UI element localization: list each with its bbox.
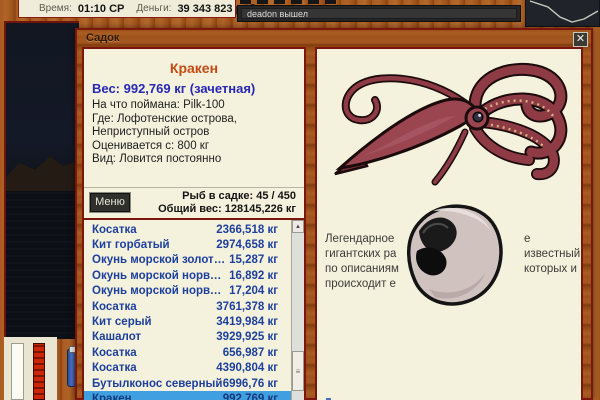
- fish-list-row[interactable]: Кракен 992,769 кг: [84, 391, 291, 400]
- keepnet-window: Садок ✕ Кракен Вес: 992,769 кг (зачетная…: [75, 28, 593, 400]
- kraken-beak-image: [389, 193, 511, 317]
- description-line: гигантских ра: [325, 247, 399, 262]
- chat-toolbar-button[interactable]: [325, 0, 336, 4]
- game-screen: Время: 01:10 СР Деньги: 39 343 823 руб. …: [0, 0, 600, 400]
- cage-count: Рыб в садке: 45 / 450: [130, 190, 296, 203]
- fish-list-row[interactable]: Кашалот 3929,925 кг: [84, 330, 291, 345]
- kraken-illustration: [325, 54, 575, 192]
- fish-row-weight: 656,987 кг: [223, 347, 278, 359]
- fish-row-weight: 3419,984 кг: [216, 316, 278, 328]
- description-line: по описаниям: [325, 262, 399, 277]
- time-label: Время:: [39, 3, 72, 14]
- fish-list-row[interactable]: Бутылконос северный6996,76 кг: [84, 376, 291, 391]
- water: [6, 191, 79, 339]
- description-line: известный: [524, 247, 580, 262]
- fish-row-weight: 2366,518 кг: [216, 224, 278, 236]
- fish-row-weight: 3761,378 кг: [216, 301, 278, 313]
- status-bar: Время: 01:10 СР Деньги: 39 343 823 руб.: [18, 0, 236, 18]
- fish-rated-line: Оценивается с: 800 кг: [92, 140, 296, 154]
- fish-list-row[interactable]: Кит горбатый 2974,658 кг: [84, 237, 291, 252]
- scroll-up-icon[interactable]: ▲: [292, 220, 304, 233]
- fish-row-name: Косатка: [92, 224, 137, 236]
- list-scrollbar[interactable]: ▲ ≡: [291, 220, 304, 400]
- description-line: происходит е: [325, 277, 399, 292]
- tension-gauge: [33, 343, 45, 400]
- depth-gauge: [11, 343, 24, 400]
- chat-toolbar-button[interactable]: [291, 0, 302, 4]
- fish-row-weight: 6996,76 кг: [223, 378, 278, 390]
- description-line: Легендарное: [325, 232, 399, 247]
- time-value: 01:10 СР: [78, 3, 124, 15]
- menu-button[interactable]: Меню: [90, 193, 130, 212]
- fish-row-weight: 4390,804 кг: [216, 362, 278, 374]
- fish-list-row[interactable]: Косатка 2366,518 кг: [84, 222, 291, 237]
- fish-list-row[interactable]: Косатка 656,987 кг: [84, 345, 291, 360]
- chat-toolbar: [240, 0, 336, 4]
- fish-row-weight: 16,892 кг: [229, 270, 278, 282]
- description-text-right: еизвестныйкоторых и: [524, 232, 580, 277]
- chat-toolbar-button[interactable]: [308, 0, 319, 4]
- fish-list-row[interactable]: Кит серый 3419,984 кг: [84, 314, 291, 329]
- panel-divider: [306, 47, 315, 400]
- money-label: Деньги:: [136, 3, 171, 14]
- fish-bait-line: На что поймана: Pilk-100: [92, 99, 296, 113]
- description-line: которых и: [524, 262, 580, 277]
- fish-row-name: Косатка: [92, 301, 137, 313]
- chat-message[interactable]: deadon вышел: [241, 8, 517, 19]
- fish-row-name: Окунь морской золоти...: [92, 254, 227, 266]
- fish-row-weight: 3929,925 кг: [216, 331, 278, 343]
- chat-toolbar-button[interactable]: [257, 0, 268, 4]
- scroll-thumb[interactable]: ≡: [292, 351, 304, 391]
- fish-list-row[interactable]: Окунь морской норвеж...17,204 кг: [84, 284, 291, 299]
- fish-list-row[interactable]: Косатка 4390,804 кг: [84, 361, 291, 376]
- fish-list-row[interactable]: Окунь морской норвеж...16,892 кг: [84, 268, 291, 283]
- fish-description-panel: Легендарноегигантских рапо описаниямпрои…: [315, 47, 583, 400]
- fish-row-weight: 17,204 кг: [229, 285, 278, 297]
- fish-season-line: Вид: Ловится постоянно: [92, 153, 296, 167]
- fish-row-name: Кит горбатый: [92, 239, 170, 251]
- total-weight: Общий вес: 128145,226 кг: [130, 203, 296, 216]
- fish-row-name: Окунь морской норвеж...: [92, 270, 227, 282]
- description-text-left: Легендарноегигантских рапо описаниямпрои…: [325, 232, 399, 292]
- fish-row-weight: 15,287 кг: [229, 254, 278, 266]
- fish-info-panel: Кракен Вес: 992,769 кг (зачетная) На что…: [82, 47, 306, 400]
- fish-row-name: Кракен: [92, 393, 132, 400]
- fish-list-row[interactable]: Окунь морской золоти...15,287 кг: [84, 253, 291, 268]
- fishing-scene: [4, 21, 79, 337]
- fish-row-name: Косатка: [92, 347, 137, 359]
- chat-panel: deadon вышел: [237, 5, 521, 22]
- description-line: е: [524, 232, 580, 247]
- chat-toolbar-button[interactable]: [274, 0, 285, 4]
- fish-weight: Вес: 992,769 кг (зачетная): [92, 81, 296, 96]
- fish-row-name: Косатка: [92, 362, 137, 374]
- fish-place-line: Где: Лофотенские острова, Неприступный о…: [92, 113, 296, 140]
- fish-name: Кракен: [84, 60, 304, 76]
- fish-list-row[interactable]: Косатка 3761,378 кг: [84, 299, 291, 314]
- fish-row-name: Окунь морской норвеж...: [92, 285, 227, 297]
- fish-row-weight: 992,769 кг: [223, 393, 278, 400]
- window-title: Садок: [77, 30, 591, 46]
- minimap-line: [526, 0, 599, 25]
- fish-list: Косатка 2366,518 кг Кит горбатый 2974,658 к…: [84, 218, 304, 400]
- fish-row-name: Кашалот: [92, 331, 141, 343]
- minimap[interactable]: [525, 0, 600, 27]
- fish-row-name: Бутылконос северный: [92, 378, 222, 390]
- hills-silhouette: [6, 141, 79, 193]
- chat-toolbar-button[interactable]: [240, 0, 251, 4]
- fish-row-weight: 2974,658 кг: [216, 239, 278, 251]
- keepnet-footer: Меню Рыб в садке: 45 / 450 Общий вес: 12…: [84, 187, 304, 217]
- fish-row-name: Кит серый: [92, 316, 152, 328]
- close-icon[interactable]: ✕: [573, 32, 588, 47]
